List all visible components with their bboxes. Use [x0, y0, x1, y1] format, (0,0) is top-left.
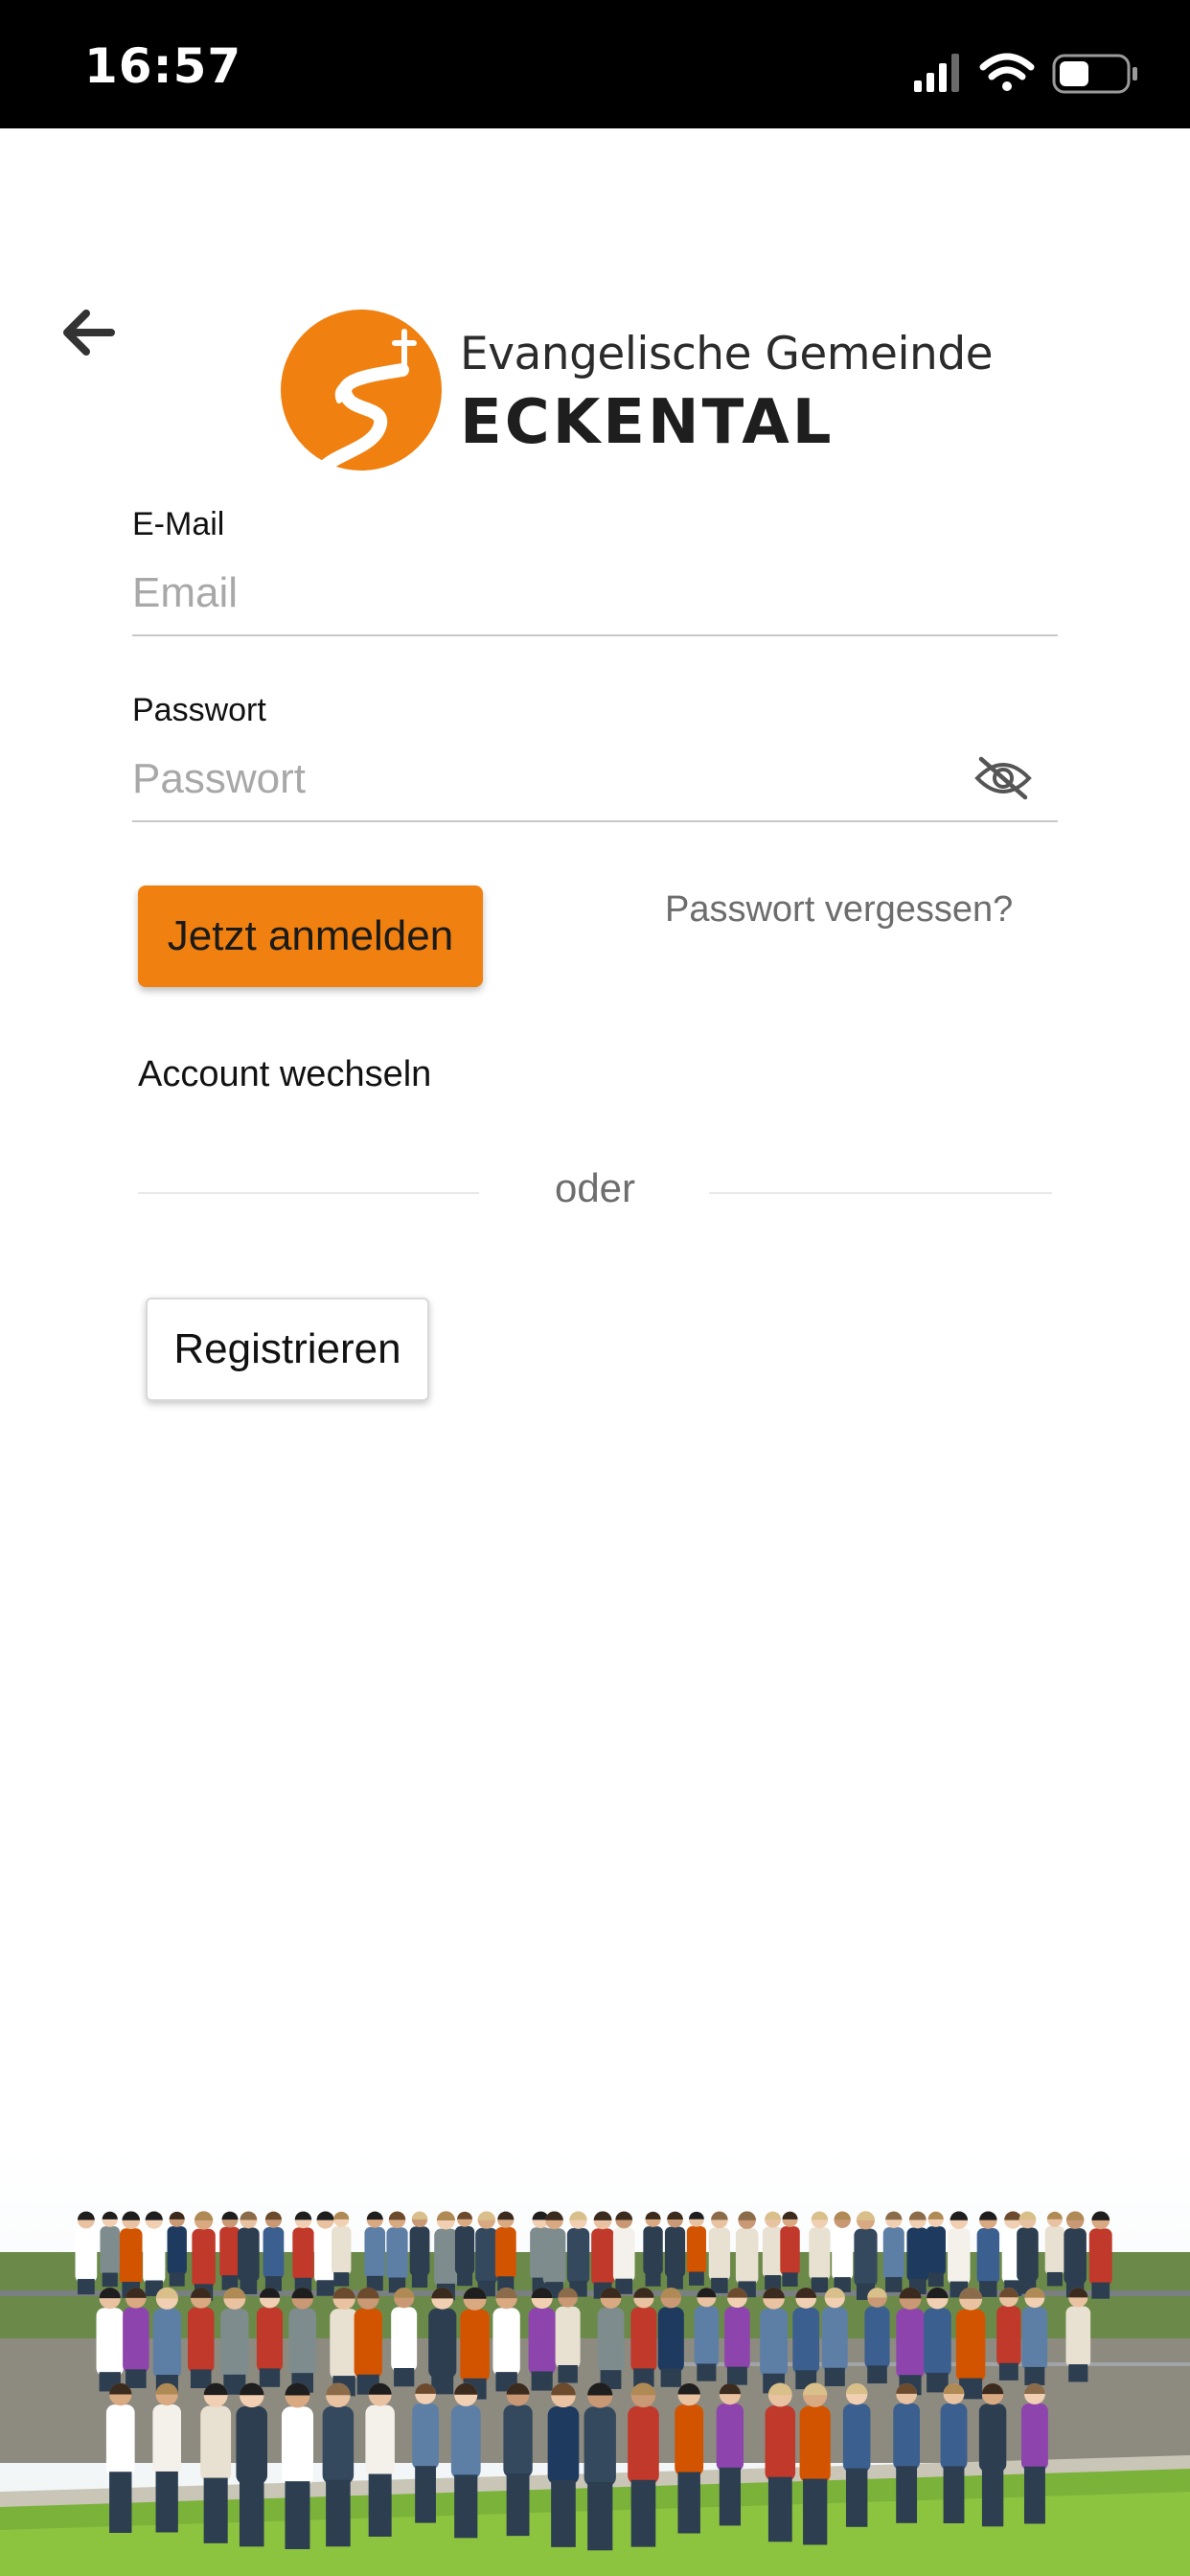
cellular-signal-icon [914, 54, 959, 92]
divider-or-text: oder [554, 1165, 636, 1210]
login-screen: 16:57 Evangelische Gemeinde ECKENTAL E-M… [0, 0, 1190, 2576]
logo-line-1: Evangelische Gemeinde [460, 328, 994, 380]
forgot-password-link[interactable]: Passwort vergessen? [665, 889, 1013, 931]
password-input[interactable] [132, 746, 975, 813]
register-button[interactable]: Registrieren [146, 1298, 429, 1401]
email-input[interactable] [132, 560, 975, 627]
church-path-cross-logo-icon [281, 310, 442, 472]
battery-icon [1052, 54, 1137, 94]
password-underline [132, 820, 1058, 822]
back-arrow-icon[interactable] [56, 299, 123, 366]
login-button[interactable]: Jetzt anmelden [138, 886, 483, 987]
congregation-group-photo [0, 2147, 1190, 2576]
email-field-group: E-Mail [132, 506, 1058, 640]
password-label: Passwort [132, 692, 266, 728]
status-icons [914, 53, 1137, 94]
status-bar: 16:57 [0, 0, 1190, 128]
divider-line-right [709, 1192, 1052, 1194]
logo-line-2: ECKENTAL [460, 387, 835, 458]
wifi-icon [979, 53, 1035, 91]
password-field-group: Passwort [132, 692, 1058, 826]
church-logo: Evangelische Gemeinde ECKENTAL [280, 309, 994, 473]
switch-account-link[interactable]: Account wechseln [138, 1054, 431, 1095]
email-label: E-Mail [132, 506, 225, 542]
email-underline [132, 634, 1058, 636]
status-time: 16:57 [84, 38, 242, 94]
eye-slash-icon[interactable] [973, 753, 1033, 803]
